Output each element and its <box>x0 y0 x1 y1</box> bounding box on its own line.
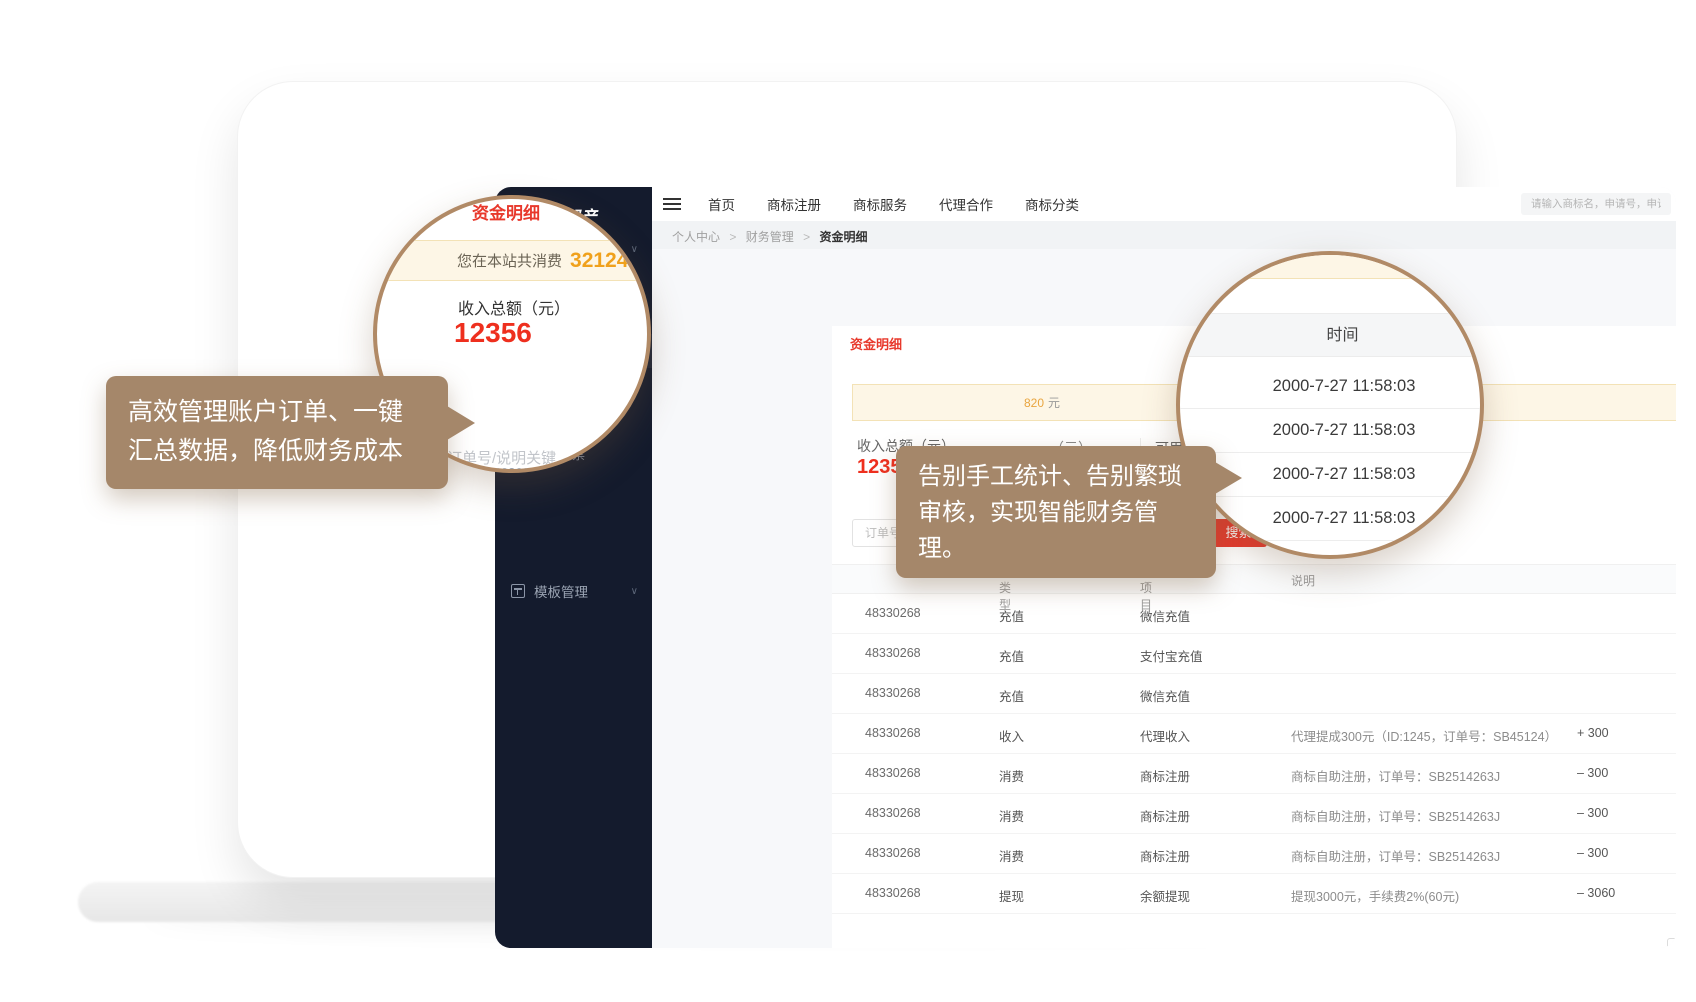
cell-project: 商标注册 <box>1140 766 1190 785</box>
table-row-5: 48330268 消费 商标注册 商标自助注册，订单号：SB2514263J – 300… <box>832 794 1676 834</box>
banner-amount: 820 <box>1024 396 1044 410</box>
cell-amount: – 300 <box>1577 806 1608 820</box>
cell-project: 余额提现 <box>1140 886 1190 905</box>
table-row-1: 48330268 充值 支付宝充值 <box>832 634 1676 674</box>
cell-order: 48330268 <box>865 846 921 860</box>
breadcrumb-item[interactable]: 财务管理 <box>746 230 794 244</box>
magnified-income-label: 收入总额（元） <box>458 295 570 319</box>
cell-order: 48330268 <box>865 646 921 660</box>
magnified-banner-amount: 32124 <box>570 249 628 273</box>
top-nav-items: 首页商标注册商标服务代理合作商标分类 <box>692 187 1095 221</box>
callout-arrow-icon <box>447 406 475 440</box>
callout-left-line: 高效管理账户订单、一键 <box>128 393 426 432</box>
zoom-time-row-0: 2000-7-27 11:58:03 <box>1180 365 1480 409</box>
cell-amount: – 3060 <box>1577 886 1615 900</box>
nav-item-1[interactable]: 商标注册 <box>751 194 837 214</box>
cell-project: 商标注册 <box>1140 846 1190 865</box>
cell-order: 48330268 <box>865 886 921 900</box>
cell-amount: – 300 <box>1577 766 1608 780</box>
table-row-3: 48330268 收入 代理收入 代理提成300元（ID:1245，订单号：SB451… <box>832 714 1676 754</box>
cell-order: 48330268 <box>865 686 921 700</box>
banner-unit: 元 <box>1048 394 1060 411</box>
table-row-6: 48330268 消费 商标注册 商标自助注册，订单号：SB2514263J – 300… <box>832 834 1676 874</box>
cell-project: 微信充值 <box>1140 606 1190 625</box>
callout-right: 告别手工统计、告别繁琐 审核，实现智能财务管 理。 <box>896 446 1216 578</box>
zoom-time-row-1: 2000-7-27 11:58:03 <box>1180 409 1480 453</box>
sidebar-item-7[interactable]: 模板管理 ∨ <box>495 574 652 608</box>
cell-type: 充值 <box>999 606 1024 625</box>
callout-arrow-icon <box>1215 462 1242 494</box>
cell-type: 充值 <box>999 686 1024 705</box>
table-row-4: 48330268 消费 商标注册 商标自助注册，订单号：SB2514263J – 300… <box>832 754 1676 794</box>
breadcrumb: 个人中心 > 财务管理 > 资金明细 <box>672 228 867 245</box>
cell-desc: 商标自助注册，订单号：SB2514263J <box>1291 846 1500 865</box>
cell-type: 消费 <box>999 766 1024 785</box>
table-row-0: 48330268 充值 微信充值 <box>832 594 1676 634</box>
breadcrumb-band: 个人中心 > 财务管理 > 资金明细 <box>652 221 1676 249</box>
cell-type: 充值 <box>999 646 1024 665</box>
cell-amount: – 300 <box>1577 846 1608 860</box>
cell-project: 微信充值 <box>1140 686 1190 705</box>
breadcrumb-current: 资金明细 <box>819 230 867 244</box>
header-desc: 说明 <box>1291 572 1315 589</box>
pagination: < 12345 <box>1667 938 1676 948</box>
marketing-canvas: F 头牌知产 账户管理∨财务管理∧在线充值资金明细订单管理我的优惠券我的发票模板… <box>0 0 1696 1002</box>
breadcrumb-item[interactable]: 个人中心 <box>672 230 720 244</box>
prev-page-button[interactable]: < <box>1667 938 1676 948</box>
cell-order: 48330268 <box>865 806 921 820</box>
sidebar-item-label: 模板管理 <box>534 581 588 601</box>
breadcrumb-separator: > <box>729 230 736 244</box>
zoom-time-row-3: 2000-7-27 11:58:03 <box>1180 497 1480 541</box>
cell-type: 收入 <box>999 726 1024 745</box>
callout-right-line: 理。 <box>918 531 1194 567</box>
hamburger-menu-icon[interactable] <box>663 198 681 210</box>
callout-right-line: 告别手工统计、告别繁琐 <box>918 459 1194 495</box>
cell-project: 支付宝充值 <box>1140 646 1203 665</box>
breadcrumb-separator: > <box>803 230 810 244</box>
chevron-down-icon: ∨ <box>631 586 638 597</box>
cell-project: 商标注册 <box>1140 806 1190 825</box>
nav-item-3[interactable]: 代理合作 <box>923 194 1009 214</box>
cell-type: 消费 <box>999 806 1024 825</box>
nav-item-0[interactable]: 首页 <box>692 194 751 214</box>
sort-caret-icon[interactable]: ∨ <box>1144 579 1151 590</box>
cell-desc: 商标自助注册，订单号：SB2514263J <box>1291 766 1500 785</box>
cell-order: 48330268 <box>865 606 921 620</box>
top-navbar: 首页商标注册商标服务代理合作商标分类 <box>652 187 1676 221</box>
magnified-income-value: 12356 <box>454 317 532 349</box>
magnified-tab-label: 资金明细 <box>472 199 540 224</box>
table-body: 48330268充值微信充值48330268充值支付宝充值48330268充值微… <box>832 594 1676 914</box>
magnified-banner-strip <box>1176 251 1484 279</box>
content-area: 资金明细 820 元 收入总额（元） 12356 （元） 可用余额（元） 376 <box>652 249 1676 948</box>
tab-funds-detail[interactable]: 资金明细 <box>850 334 902 353</box>
search-input[interactable] <box>1521 193 1671 215</box>
cell-project: 代理收入 <box>1140 726 1190 745</box>
magnified-time-header: 时间 <box>1176 313 1484 357</box>
callout-right-line: 审核，实现智能财务管 <box>918 495 1194 531</box>
magnified-banner-prefix: 您在本站共消费 <box>457 250 562 271</box>
cell-order: 48330268 <box>865 726 921 740</box>
table-row-7: 48330268提现余额提现提现3000元，手续费2%(60元)– 3060¥ … <box>832 874 1676 914</box>
cell-desc: 代理提成300元（ID:1245，订单号：SB45124） <box>1291 726 1557 745</box>
callout-left: 高效管理账户订单、一键 汇总数据，降低财务成本 <box>106 376 448 489</box>
nav-item-4[interactable]: 商标分类 <box>1009 194 1095 214</box>
magnified-banner: 您在本站共消费 32124 <box>373 240 651 281</box>
nav-item-2[interactable]: 商标服务 <box>837 194 923 214</box>
callout-left-line: 汇总数据，降低财务成本 <box>128 432 426 471</box>
template-icon <box>511 584 525 598</box>
cell-type: 提现 <box>999 886 1024 905</box>
sort-caret-icon[interactable]: ∨ <box>1003 579 1010 590</box>
cell-desc: 商标自助注册，订单号：SB2514263J <box>1291 806 1500 825</box>
cell-desc: 提现3000元，手续费2%(60元) <box>1291 886 1459 905</box>
magnifier-circle-right: 时间 2000-7-27 11:58:032000-7-27 11:58:032… <box>1176 251 1484 559</box>
cell-type: 消费 <box>999 846 1024 865</box>
cell-amount: + 300 <box>1577 726 1609 740</box>
table-row-2: 48330268充值微信充值2000-7-27 11:58:03 <box>832 674 1676 714</box>
cell-order: 48330268 <box>865 766 921 780</box>
